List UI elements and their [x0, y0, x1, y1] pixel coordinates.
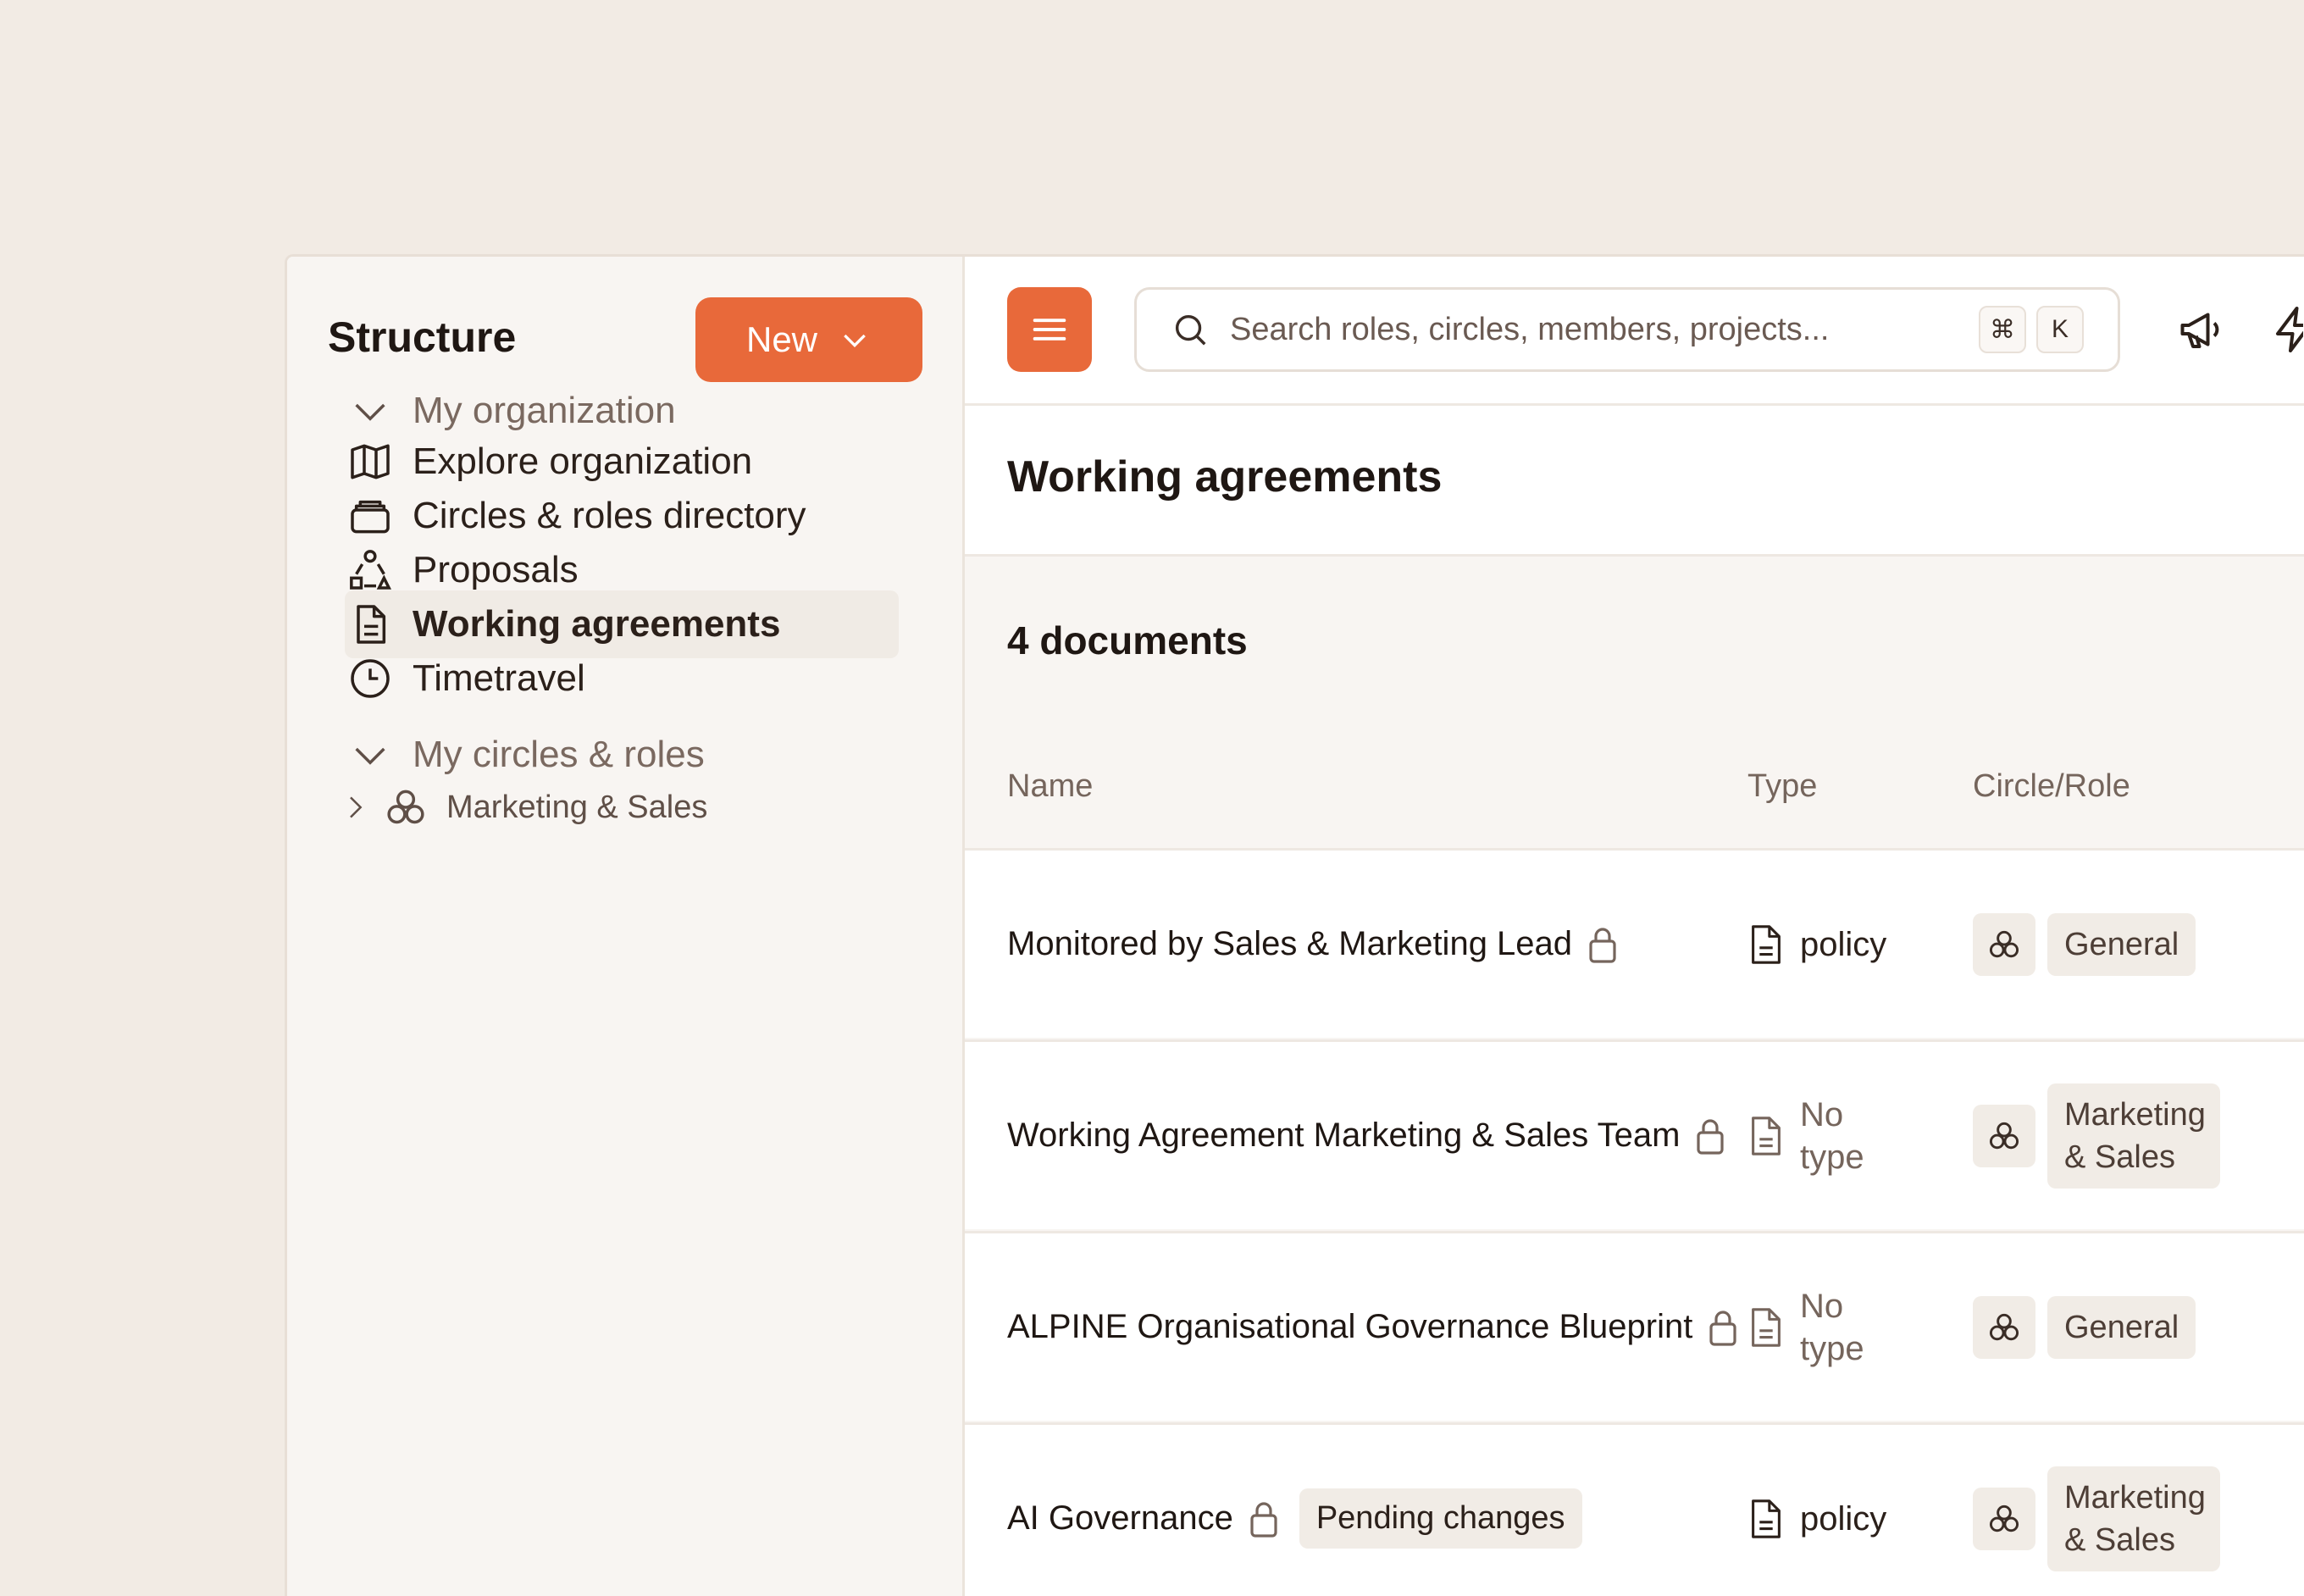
search-input[interactable]: [1230, 311, 1969, 348]
document-icon: [1752, 1116, 1781, 1155]
sidebar-item-timetravel[interactable]: Timetravel: [345, 645, 904, 712]
folders-icon: [345, 490, 396, 541]
hamburger-icon: [1033, 319, 1066, 341]
sidebar-circle-label: Marketing & Sales: [446, 789, 708, 825]
column-header-type[interactable]: Type: [1747, 768, 1817, 805]
circle-name[interactable]: General: [2047, 912, 2196, 976]
sidebar-item-label: Proposals: [413, 549, 579, 590]
document-name-cell[interactable]: ALPINE Organisational Governance Bluepri…: [1007, 1233, 1740, 1421]
sidebar-item-label: Explore organization: [413, 441, 753, 482]
document-icon: [345, 599, 396, 650]
search-icon: [1175, 314, 1206, 346]
topbar: ⌘ K: [965, 257, 2304, 406]
lightning-icon[interactable]: [2269, 304, 2303, 355]
main-content: ⌘ K Working agreements 4 documents Name …: [965, 257, 2304, 1596]
sidebar-item-label: Working agreements: [413, 603, 781, 645]
sidebar-item-label: Timetravel: [413, 657, 585, 699]
document-type: policy: [1800, 925, 1887, 963]
sidebar-title: Structure: [328, 313, 517, 361]
lock-icon: [1697, 1118, 1725, 1155]
sidebar: Structure New My organization Explore or…: [287, 257, 965, 1596]
announcement-icon[interactable]: [2176, 304, 2227, 355]
documents-section: 4 documents Name Type Circle/Role Monito…: [965, 557, 2304, 1596]
circle-name[interactable]: General: [2047, 1295, 2196, 1359]
circle-role-cell: General: [1973, 851, 2196, 1038]
document-type: policy: [1800, 1499, 1887, 1538]
proposals-icon: [345, 545, 396, 596]
lock-icon: [1250, 1501, 1277, 1538]
chevron-right-icon: [338, 782, 372, 833]
document-type-cell: policy: [1747, 1425, 1893, 1596]
shortcut-k-key: K: [2036, 306, 2084, 353]
document-name: ALPINE Organisational Governance Bluepri…: [1007, 1308, 1693, 1345]
lock-icon: [1589, 927, 1616, 963]
circle-name[interactable]: Marketing & Sales: [2047, 1083, 2220, 1189]
app-window: Structure New My organization Explore or…: [285, 254, 2304, 1596]
document-name-cell[interactable]: AI Governance Pending changes: [1007, 1425, 1582, 1596]
table-row[interactable]: AI Governance Pending changes policy Mar…: [965, 1422, 2304, 1596]
document-type-cell: No type: [1747, 1233, 1893, 1421]
menu-button[interactable]: [1007, 287, 1092, 372]
circles-icon[interactable]: [1973, 912, 2035, 976]
document-count: 4 documents: [1007, 618, 1248, 662]
document-type: No type: [1800, 1287, 1864, 1367]
table-row[interactable]: Monitored by Sales & Marketing Lead poli…: [965, 848, 2304, 1038]
lock-icon: [1709, 1310, 1736, 1346]
page-title: Working agreements: [1007, 452, 1443, 502]
pending-changes-badge: Pending changes: [1299, 1488, 1582, 1549]
shortcut-cmd-key: ⌘: [1979, 306, 2026, 353]
section-label: My organization: [413, 390, 676, 431]
document-type-cell: policy: [1747, 851, 1893, 1038]
circles-icon[interactable]: [1973, 1295, 2035, 1359]
new-button-label: New: [745, 319, 818, 359]
document-name: Monitored by Sales & Marketing Lead: [1007, 925, 1573, 962]
circle-role-cell: General: [1973, 1233, 2196, 1421]
document-name: AI Governance: [1007, 1499, 1233, 1537]
document-icon: [1752, 1499, 1781, 1538]
chevron-down-icon: [345, 729, 396, 780]
document-type: No type: [1800, 1095, 1864, 1176]
document-icon: [1752, 924, 1781, 964]
document-name-cell[interactable]: Monitored by Sales & Marketing Lead: [1007, 851, 1620, 1038]
document-type-cell: No type: [1747, 1042, 1893, 1229]
new-button[interactable]: New: [695, 297, 922, 382]
column-header-circle-role[interactable]: Circle/Role: [1973, 768, 2130, 805]
sidebar-item-label: Circles & roles directory: [413, 495, 806, 536]
column-header-name[interactable]: Name: [1007, 768, 1093, 805]
chevron-down-icon: [844, 334, 866, 348]
circles-icon[interactable]: [1973, 1487, 2035, 1550]
document-name-cell[interactable]: Working Agreement Marketing & Sales Team: [1007, 1042, 1727, 1229]
circles-icon[interactable]: [1973, 1104, 2035, 1167]
document-icon: [1752, 1307, 1781, 1347]
page-header: Working agreements: [965, 406, 2304, 557]
search-bar[interactable]: ⌘ K: [1134, 287, 2120, 372]
sidebar-circle-marketing-sales[interactable]: Marketing & Sales: [338, 773, 897, 841]
document-name: Working Agreement Marketing & Sales Team: [1007, 1117, 1681, 1154]
table-row[interactable]: Working Agreement Marketing & Sales Team…: [965, 1039, 2304, 1229]
circle-name[interactable]: Marketing & Sales: [2047, 1466, 2220, 1571]
circles-icon: [380, 782, 431, 833]
table-row[interactable]: ALPINE Organisational Governance Bluepri…: [965, 1231, 2304, 1421]
circle-role-cell: Marketing & Sales: [1973, 1042, 2220, 1229]
map-icon: [345, 436, 396, 487]
clock-icon: [345, 653, 396, 704]
circle-role-cell: Marketing & Sales: [1973, 1425, 2220, 1596]
section-label: My circles & roles: [413, 734, 705, 775]
